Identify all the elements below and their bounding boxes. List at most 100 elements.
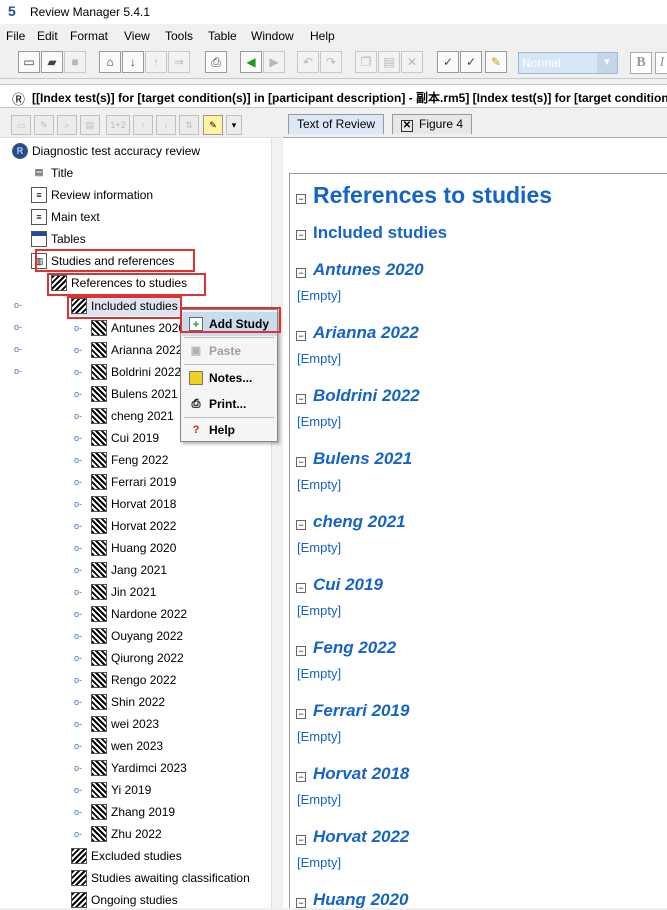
expand-icon[interactable]: o- xyxy=(74,741,84,751)
empty-placeholder[interactable]: [Empty] xyxy=(297,540,341,555)
expand-icon[interactable]: o- xyxy=(74,455,84,465)
tree-item-study[interactable]: Horvat 2018 xyxy=(91,494,176,514)
delete-icon[interactable]: ✕ xyxy=(401,51,423,73)
tree-item-ongoing-studies[interactable]: Ongoing studies xyxy=(71,890,178,910)
tree-item-study[interactable]: Yardimci 2023 xyxy=(91,758,187,778)
open-folder-icon[interactable]: ▰ xyxy=(41,51,63,73)
empty-placeholder[interactable]: [Empty] xyxy=(297,477,341,492)
tree-item-study[interactable]: Shin 2022 xyxy=(91,692,165,712)
collapse-icon[interactable]: − xyxy=(296,520,306,530)
document-view[interactable]: − References to studies − Included studi… xyxy=(283,138,667,908)
redo-icon[interactable]: ↷ xyxy=(320,51,342,73)
notes-icon[interactable]: ✎ xyxy=(203,115,223,135)
tree-item-study[interactable]: Qiurong 2022 xyxy=(91,648,184,668)
bold-button[interactable]: B xyxy=(630,52,652,74)
paste-icon[interactable]: ▤ xyxy=(378,51,400,73)
spell-check-abc-icon[interactable]: ✓ xyxy=(460,51,482,73)
copy-icon[interactable]: ❐ xyxy=(355,51,377,73)
help-menu-item[interactable]: ? Help xyxy=(182,418,277,442)
tree-item-studies-and-references[interactable]: ▥ Studies and references xyxy=(31,251,174,271)
tab-figure-4[interactable]: ✕ Figure 4 xyxy=(392,114,473,134)
tree-item-study[interactable]: Horvat 2022 xyxy=(91,516,176,536)
import-icon[interactable]: ↓ xyxy=(122,51,144,73)
empty-placeholder[interactable]: [Empty] xyxy=(297,729,341,744)
expand-icon[interactable]: o- xyxy=(74,631,84,641)
home-icon[interactable]: ⌂ xyxy=(99,51,121,73)
tree-item-main-text[interactable]: ≡ Main text xyxy=(31,207,100,227)
tree-item-study[interactable]: Ouyang 2022 xyxy=(91,626,183,646)
save-icon[interactable]: ■ xyxy=(64,51,86,73)
edit-item-icon[interactable]: ✎ xyxy=(34,115,54,135)
expand-icon[interactable]: o- xyxy=(14,344,24,354)
menu-help[interactable]: Help xyxy=(310,29,335,43)
collapse-icon[interactable]: − xyxy=(296,230,306,240)
collapse-icon[interactable]: − xyxy=(296,331,306,341)
tree-item-study[interactable]: Rengo 2022 xyxy=(91,670,176,690)
notes-icon[interactable]: ✎ xyxy=(485,51,507,73)
expand-icon[interactable]: o- xyxy=(74,829,84,839)
collapse-icon[interactable]: − xyxy=(296,772,306,782)
expand-icon[interactable]: o- xyxy=(14,300,24,310)
expand-icon[interactable]: o- xyxy=(74,587,84,597)
expand-icon[interactable]: o- xyxy=(74,653,84,663)
empty-placeholder[interactable]: [Empty] xyxy=(297,855,341,870)
tree-item-study[interactable]: Yi 2019 xyxy=(91,780,151,800)
print-icon[interactable]: ⎙ xyxy=(205,51,227,73)
menu-edit[interactable]: Edit xyxy=(37,29,58,43)
tree-item-study[interactable]: Feng 2022 xyxy=(91,450,168,470)
forward-arrow-icon[interactable]: ▶ xyxy=(263,51,285,73)
collapse-icon[interactable]: − xyxy=(296,457,306,467)
menu-file[interactable]: File xyxy=(6,29,25,43)
collapse-icon[interactable]: − xyxy=(296,835,306,845)
properties-icon[interactable]: ▤ xyxy=(80,115,100,135)
tab-text-of-review[interactable]: Text of Review xyxy=(288,114,385,134)
number-button[interactable]: 1+2 xyxy=(106,115,130,135)
tree-item-study[interactable]: Boldrini 2022 xyxy=(91,362,181,382)
expand-icon[interactable]: o- xyxy=(74,807,84,817)
close-icon[interactable]: ✕ xyxy=(401,120,413,132)
tree-item-study[interactable]: Nardone 2022 xyxy=(91,604,187,624)
expand-icon[interactable]: o- xyxy=(74,565,84,575)
expand-icon[interactable]: o- xyxy=(74,433,84,443)
move-down-icon[interactable]: ↓ xyxy=(156,115,176,135)
expand-icon[interactable]: o- xyxy=(74,697,84,707)
paragraph-style-select[interactable]: Normal ▼ xyxy=(518,52,618,74)
expand-icon[interactable]: o- xyxy=(74,675,84,685)
tree-item-references-to-studies[interactable]: References to studies xyxy=(51,273,187,293)
forward-icon[interactable]: ⇒ xyxy=(168,51,190,73)
expand-icon[interactable]: o- xyxy=(74,785,84,795)
expand-icon[interactable]: o- xyxy=(74,521,84,531)
add-study-menu-item[interactable]: + Add Study xyxy=(182,312,277,336)
menu-view[interactable]: View xyxy=(124,29,150,43)
tree-item-study[interactable]: Bulens 2021 xyxy=(91,384,178,404)
print-menu-item[interactable]: ⎙ Print... xyxy=(182,392,277,416)
export-icon[interactable]: ↑ xyxy=(145,51,167,73)
menu-window[interactable]: Window xyxy=(251,29,294,43)
empty-placeholder[interactable]: [Empty] xyxy=(297,414,341,429)
menu-tools[interactable]: Tools xyxy=(165,29,193,43)
empty-placeholder[interactable]: [Empty] xyxy=(297,666,341,681)
empty-placeholder[interactable]: [Empty] xyxy=(297,351,341,366)
expand-icon[interactable]: o- xyxy=(74,543,84,553)
tree-root[interactable]: R Diagnostic test accuracy review xyxy=(12,141,200,161)
expand-icon[interactable]: o- xyxy=(74,345,84,355)
empty-placeholder[interactable]: [Empty] xyxy=(297,792,341,807)
collapse-icon[interactable]: − xyxy=(296,583,306,593)
collapse-icon[interactable]: − xyxy=(296,646,306,656)
paste-menu-item[interactable]: ▣ Paste xyxy=(182,339,277,363)
tree-item-study[interactable]: Arianna 2022 xyxy=(91,340,182,360)
tree-item-study[interactable]: Jang 2021 xyxy=(91,560,167,580)
expand-icon[interactable]: o- xyxy=(74,499,84,509)
notes-menu-item[interactable]: Notes... xyxy=(182,366,277,390)
empty-placeholder[interactable]: [Empty] xyxy=(297,288,341,303)
collapse-icon[interactable]: o- xyxy=(14,366,24,376)
back-arrow-icon[interactable]: ◀ xyxy=(240,51,262,73)
tree-item-study[interactable]: cheng 2021 xyxy=(91,406,174,426)
tree-item-included-studies[interactable]: Included studies xyxy=(71,296,180,316)
expand-icon[interactable]: o- xyxy=(74,763,84,773)
tree-scrollbar[interactable] xyxy=(271,138,281,908)
new-document-icon[interactable]: ▭ xyxy=(18,51,40,73)
expand-icon[interactable]: o- xyxy=(74,609,84,619)
expand-icon[interactable]: o- xyxy=(74,323,84,333)
expand-icon[interactable]: o- xyxy=(74,389,84,399)
